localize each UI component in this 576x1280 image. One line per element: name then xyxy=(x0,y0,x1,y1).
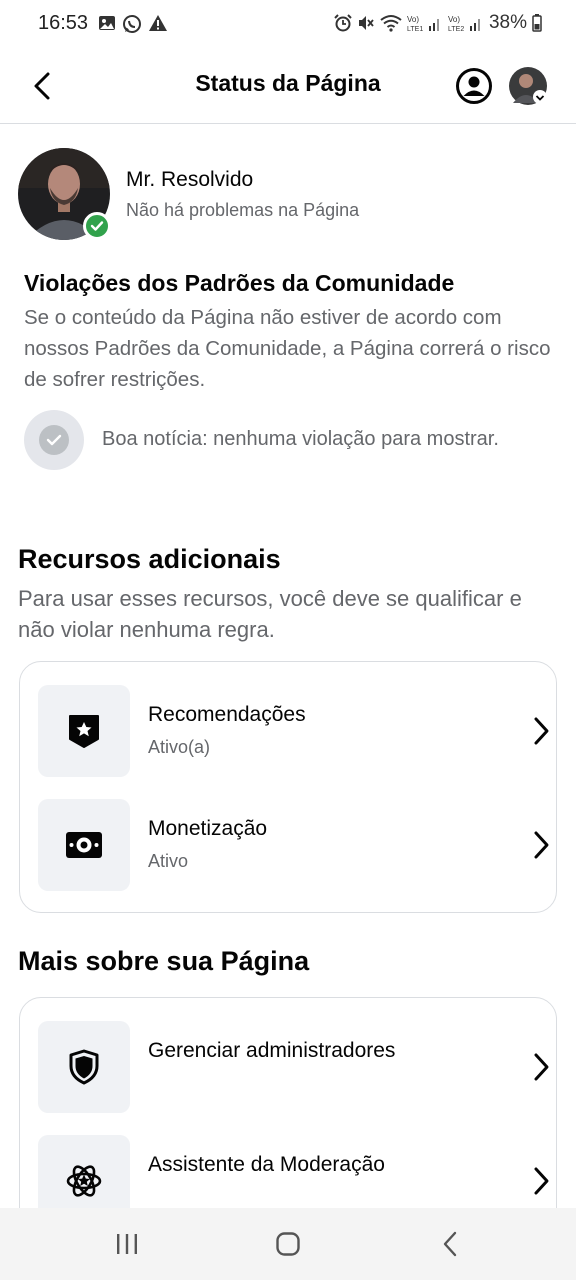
chevron-right-icon xyxy=(526,1163,556,1199)
signal-lte2-icon: Vo) LTE2 xyxy=(448,15,480,33)
chevron-right-icon xyxy=(526,827,556,863)
list-item-manage-admins[interactable]: Gerenciar administradores xyxy=(38,1021,549,1113)
violations-title: Violações dos Padrões da Comunidade xyxy=(24,270,455,296)
resources-title: Recursos adicionais xyxy=(18,544,281,574)
recent-apps-button[interactable] xyxy=(107,1228,147,1260)
status-bar: 16:53 Vo) LTE1 Vo) LTE2 38% xyxy=(0,0,576,48)
page-status: Não há problemas na Página xyxy=(126,200,360,220)
page-name: Mr. Resolvido xyxy=(126,168,254,191)
back-icon xyxy=(443,1231,457,1257)
shield-icon xyxy=(38,1021,130,1113)
profile-button[interactable] xyxy=(455,67,493,105)
mute-icon xyxy=(358,16,374,30)
status-left-icons xyxy=(98,14,168,34)
item-title: Assistente da Moderação xyxy=(148,1153,385,1176)
chevron-right-icon xyxy=(526,713,556,749)
check-badge-icon xyxy=(83,212,111,240)
item-title: Monetização xyxy=(148,817,268,840)
account-switcher[interactable] xyxy=(509,67,547,105)
home-icon xyxy=(276,1232,300,1256)
signal-lte1-icon: Vo) LTE1 xyxy=(407,15,439,33)
svg-text:LTE2: LTE2 xyxy=(448,26,464,33)
list-item-monetization[interactable]: Monetização Ativo xyxy=(38,799,549,891)
svg-text:Vo): Vo) xyxy=(407,15,419,24)
system-nav-bar xyxy=(0,1208,576,1280)
money-icon xyxy=(38,799,130,891)
item-title: Recomendações xyxy=(148,703,306,726)
status-right-icons: Vo) LTE1 Vo) LTE2 38% xyxy=(334,12,542,34)
header-avatar-image xyxy=(509,67,547,105)
item-status: Ativo(a) xyxy=(148,737,211,757)
alarm-icon xyxy=(334,14,352,32)
recent-apps-icon xyxy=(117,1234,137,1254)
page-info: Mr. Resolvido Não há problemas na Página xyxy=(18,148,558,240)
item-status: Ativo xyxy=(148,851,189,871)
nav-back-button[interactable] xyxy=(430,1228,470,1260)
battery-percent: 38% xyxy=(488,12,527,33)
warning-icon xyxy=(149,15,167,31)
image-icon xyxy=(99,16,115,30)
badge-star-icon xyxy=(38,685,130,777)
wifi-icon xyxy=(380,15,402,32)
status-time: 16:53 xyxy=(38,12,89,34)
battery-icon xyxy=(532,14,542,32)
profile-circle-icon xyxy=(456,68,492,104)
svg-text:Vo): Vo) xyxy=(448,15,460,24)
good-news: Boa notícia: nenhuma violação para mostr… xyxy=(24,410,564,470)
svg-text:LTE1: LTE1 xyxy=(407,26,423,33)
home-button[interactable] xyxy=(268,1228,308,1260)
list-item-recommendations[interactable]: Recomendações Ativo(a) xyxy=(38,685,549,777)
chevron-right-icon xyxy=(526,1049,556,1085)
check-circle-icon xyxy=(24,410,84,470)
item-title: Gerenciar administradores xyxy=(148,1039,396,1062)
more-title: Mais sobre sua Página xyxy=(18,946,310,976)
resources-description: Para usar esses recursos, você deve se q… xyxy=(18,586,522,642)
resources-card: Recomendações Ativo(a) Monetização Ativo xyxy=(19,661,557,913)
good-news-text: Boa notícia: nenhuma violação para mostr… xyxy=(102,428,499,450)
page-avatar xyxy=(18,148,111,240)
app-header: Status da Página xyxy=(0,48,576,124)
whatsapp-icon xyxy=(123,15,141,33)
violations-description: Se o conteúdo da Página não estiver de a… xyxy=(24,306,551,391)
